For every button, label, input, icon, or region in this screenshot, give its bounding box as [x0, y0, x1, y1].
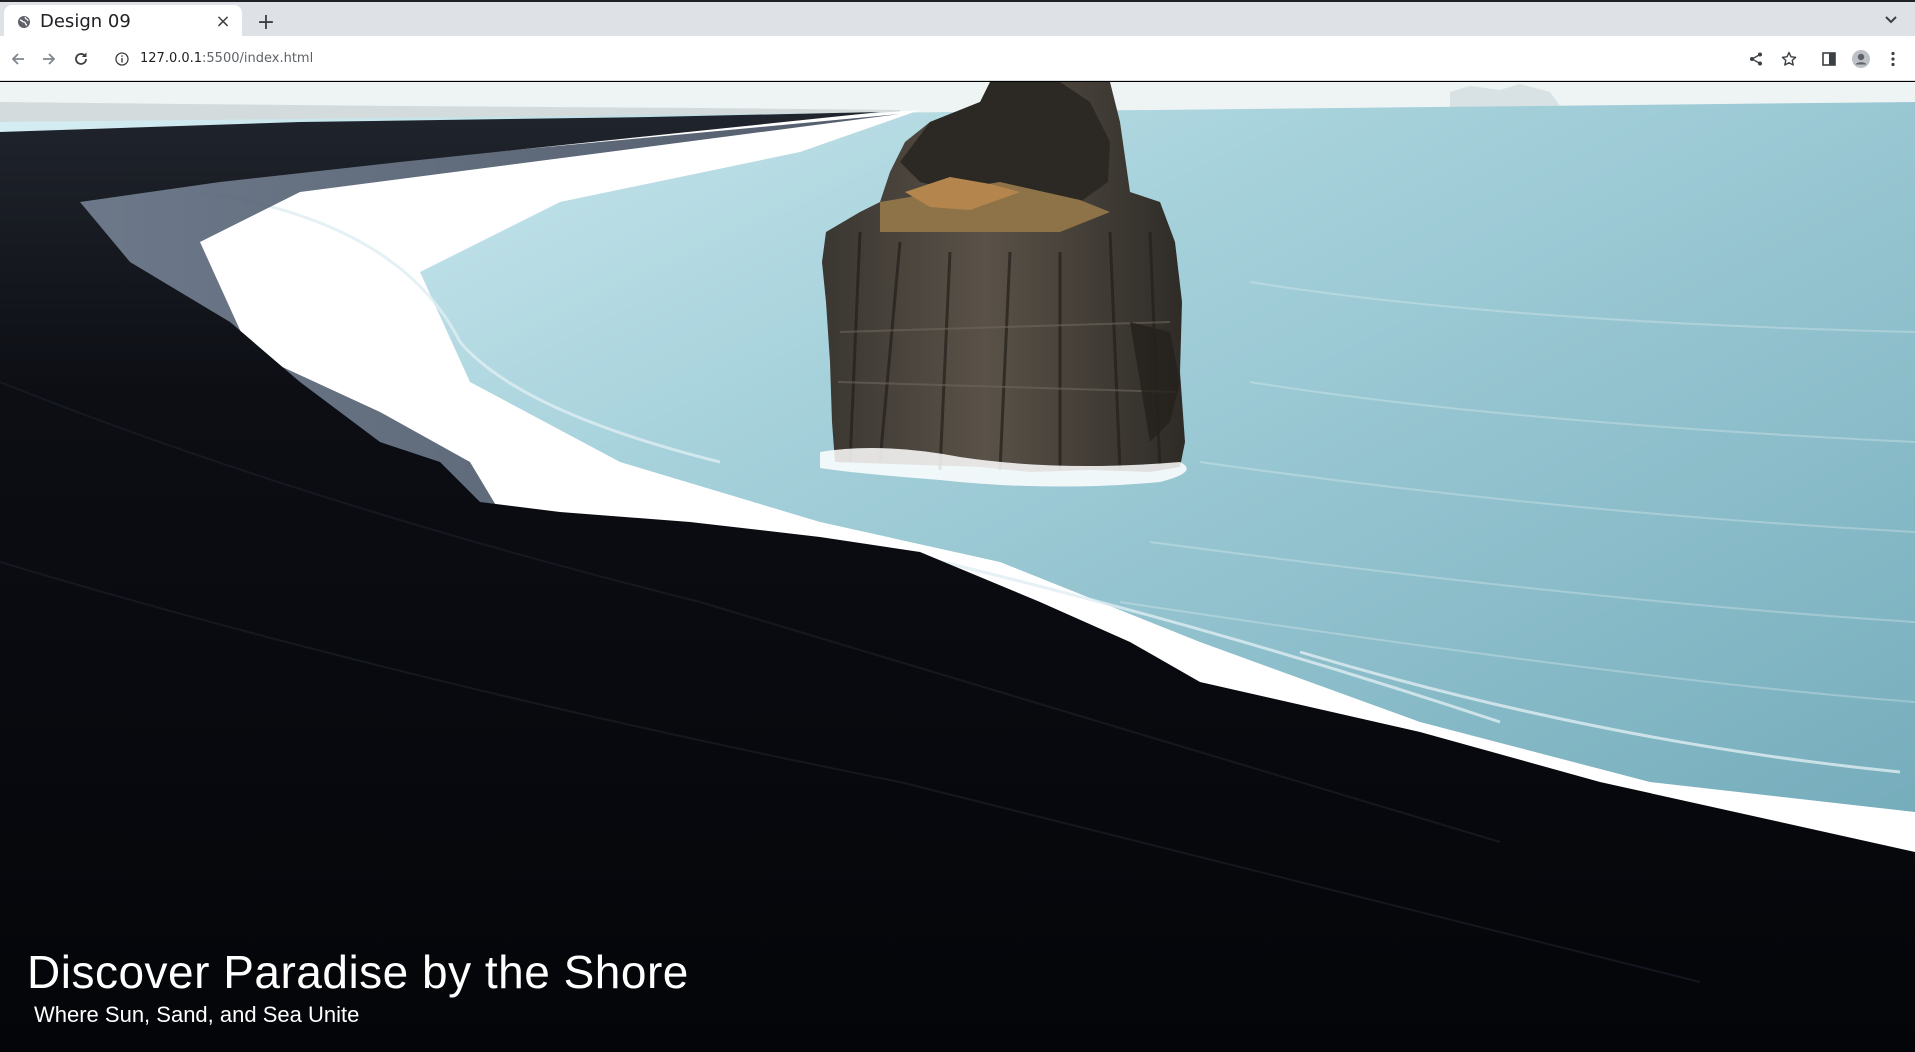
close-icon[interactable]: × [214, 12, 232, 31]
tab-strip: Design 09 × + [0, 0, 1915, 38]
side-panel-icon[interactable] [1816, 46, 1842, 72]
hero-caption: Discover Paradise by the Shore Where Sun… [27, 944, 689, 1030]
url-host: 127.0.0.1 [140, 51, 203, 66]
reload-icon[interactable] [68, 46, 94, 72]
address-bar[interactable]: 127.0.0.1:5500/index.html [104, 42, 1758, 75]
profile-icon[interactable] [1848, 46, 1874, 72]
new-tab-button[interactable]: + [252, 8, 280, 36]
info-icon[interactable] [114, 51, 130, 67]
browser-tab[interactable]: Design 09 × [4, 5, 242, 38]
url-path: :5500/index.html [202, 51, 314, 66]
tab-search-icon[interactable] [1881, 10, 1901, 30]
globe-icon [16, 14, 32, 30]
hero-title: Discover Paradise by the Shore [27, 946, 689, 998]
hero-section: Discover Paradise by the Shore Where Sun… [0, 82, 1915, 1052]
share-icon[interactable] [1743, 46, 1769, 72]
browser-toolbar: 127.0.0.1:5500/index.html [0, 36, 1915, 81]
beach-sea-stack-photo [0, 82, 1915, 1052]
hero-subtitle: Where Sun, Sand, and Sea Unite [34, 1002, 360, 1027]
back-icon[interactable] [5, 46, 31, 72]
forward-icon[interactable] [36, 46, 62, 72]
menu-icon[interactable] [1880, 46, 1906, 72]
star-icon[interactable] [1776, 46, 1802, 72]
tab-title: Design 09 [40, 11, 131, 32]
